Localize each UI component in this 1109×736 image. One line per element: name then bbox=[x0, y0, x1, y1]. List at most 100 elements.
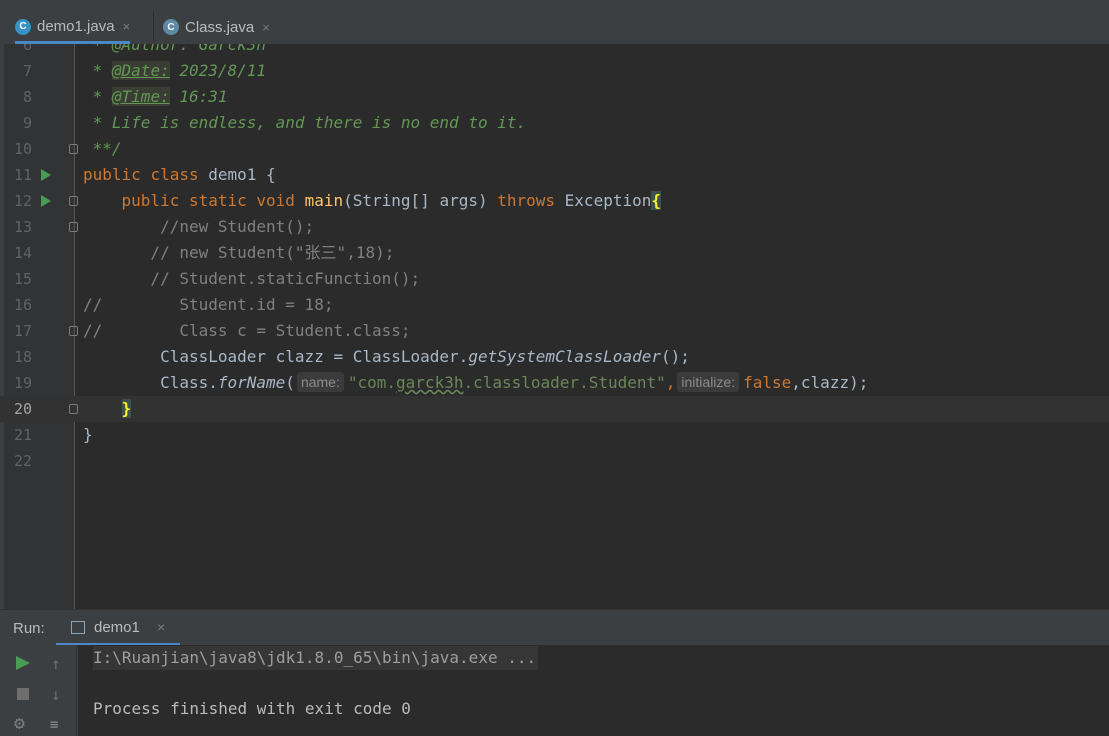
code-segment: ClassLoader clazz = ClassLoader. bbox=[83, 347, 469, 366]
code-text: public static void main(String[] args) t… bbox=[83, 188, 661, 214]
code-line: 16 // Student.id = 18; bbox=[0, 292, 1109, 318]
code-editor[interactable]: 6 * @Author: Garck3h 7 * @Date: 2023/8/1… bbox=[0, 44, 1109, 609]
keyword: public bbox=[83, 165, 141, 184]
fold-icon[interactable] bbox=[69, 404, 78, 414]
run-toolwindow-header: Run: demo1 × bbox=[0, 609, 1109, 646]
tab-demo1-java[interactable]: C demo1.java × bbox=[15, 12, 131, 44]
fold-icon[interactable] bbox=[69, 144, 78, 154]
run-tab-demo1[interactable]: demo1 × bbox=[56, 610, 180, 646]
line-number: 14 bbox=[13, 244, 32, 262]
fold-icon[interactable] bbox=[69, 196, 78, 206]
code-segment: ,clazz); bbox=[791, 373, 869, 392]
console-output-line: Process finished with exit code 0 bbox=[93, 699, 411, 718]
keyword: void bbox=[256, 191, 295, 210]
string-part: .classloader.Student" bbox=[463, 373, 666, 392]
line-number: 21 bbox=[13, 426, 32, 444]
close-tab-icon[interactable]: × bbox=[123, 19, 131, 34]
tab-class-java[interactable]: C Class.java × bbox=[163, 12, 270, 42]
code-text: **/ bbox=[83, 139, 122, 158]
line-number: 20 bbox=[13, 400, 32, 418]
close-tab-icon[interactable]: × bbox=[262, 20, 270, 35]
code-text: } bbox=[83, 425, 93, 444]
line-number: 17 bbox=[13, 322, 32, 340]
parameter-hint: name: bbox=[296, 372, 344, 392]
settings-icon[interactable]: ⚙ bbox=[14, 715, 32, 733]
code-text: * @Date: 2023/8/11 bbox=[83, 61, 267, 80]
code-text: ClassLoader clazz = ClassLoader.getSyste… bbox=[83, 344, 690, 370]
code-line-current: 20 } bbox=[0, 396, 1109, 422]
line-number: 22 bbox=[13, 452, 32, 470]
console-command-line[interactable]: I:\Ruanjian\java8\jdk1.8.0_65\bin\java.e… bbox=[93, 646, 539, 670]
line-number: 10 bbox=[13, 140, 32, 158]
code-line: 10 **/ bbox=[0, 136, 1109, 162]
code-line: 6 * @Author: Garck3h bbox=[0, 44, 1109, 58]
parameter-hint: initialize: bbox=[677, 372, 740, 392]
javadoc-value: 16:31 bbox=[179, 87, 228, 106]
code-line: 13 //new Student(); bbox=[0, 214, 1109, 240]
soft-wrap-icon[interactable]: ≡ bbox=[50, 717, 66, 733]
code-text: * @Time: 16:31 bbox=[83, 87, 228, 106]
line-number: 13 bbox=[13, 218, 32, 236]
fold-icon[interactable] bbox=[69, 222, 78, 232]
code-segment: ( bbox=[285, 373, 295, 392]
line-number: 12 bbox=[13, 192, 32, 210]
editor-tab-bar: C demo1.java × C Class.java × bbox=[0, 0, 1109, 44]
string-part: "com. bbox=[347, 373, 397, 392]
static-method: getSystemClassLoader bbox=[468, 347, 661, 366]
keyword: throws bbox=[497, 191, 556, 210]
line-number: 11 bbox=[13, 166, 32, 184]
exception-type: Exception bbox=[555, 191, 652, 210]
line-number: 6 bbox=[22, 44, 32, 54]
code-line: 9 * Life is endless, and there is no end… bbox=[0, 110, 1109, 136]
code-line: 12 public static void main(String[] args… bbox=[0, 188, 1109, 214]
run-label: Run: bbox=[13, 620, 45, 637]
code-line: 21 } bbox=[0, 422, 1109, 448]
string-typo: garck3h bbox=[396, 373, 464, 392]
run-gutter-icon[interactable] bbox=[41, 195, 51, 207]
run-gutter-icon[interactable] bbox=[41, 169, 51, 181]
code-segment: (); bbox=[660, 347, 690, 366]
arrow-down-icon[interactable]: ↓ bbox=[51, 685, 61, 704]
static-method: forName bbox=[217, 373, 286, 392]
code-text: Class.forName(name: "com.garck3h.classloa… bbox=[83, 370, 868, 396]
fold-icon[interactable] bbox=[69, 326, 78, 336]
keyword: public bbox=[121, 191, 180, 210]
code-text: } bbox=[83, 396, 132, 422]
keyword: false bbox=[743, 373, 792, 392]
line-number: 9 bbox=[22, 114, 32, 132]
code-line: 15 // Student.staticFunction(); bbox=[0, 266, 1109, 292]
code-line: 17 // Class c = Student.class; bbox=[0, 318, 1109, 344]
code-line: 7 * @Date: 2023/8/11 bbox=[0, 58, 1109, 84]
run-console[interactable]: ⚙ ↑ ↓ ≡ I:\Ruanjian\java8\jdk1.8.0_65\bi… bbox=[0, 645, 1109, 736]
code-line: 22 bbox=[0, 448, 1109, 474]
line-number: 8 bbox=[22, 88, 32, 106]
comma: , bbox=[665, 373, 676, 392]
code-text: public class demo1 { bbox=[83, 162, 276, 188]
java-class-icon: C bbox=[15, 18, 31, 35]
run-tab-label: demo1 bbox=[94, 619, 140, 636]
arrow-up-icon[interactable]: ↑ bbox=[51, 654, 61, 673]
stop-icon[interactable] bbox=[17, 688, 29, 700]
brace: } bbox=[121, 399, 132, 418]
brace: { bbox=[651, 191, 661, 210]
string-literal: "com.garck3h.classloader.Student" bbox=[348, 373, 666, 392]
tab-divider bbox=[153, 12, 154, 42]
code-text: // Class c = Student.class; bbox=[83, 321, 411, 340]
line-number: 7 bbox=[22, 62, 32, 80]
java-class-readonly-icon: C bbox=[163, 19, 179, 35]
console-icon bbox=[71, 621, 85, 634]
code-text: //new Student(); bbox=[83, 217, 315, 236]
close-run-tab-icon[interactable]: × bbox=[157, 619, 165, 635]
code-line: 18 ClassLoader clazz = ClassLoader.getSy… bbox=[0, 344, 1109, 370]
code-line: 14 // new Student("张三",18); bbox=[0, 240, 1109, 266]
line-number: 15 bbox=[13, 270, 32, 288]
rerun-icon[interactable] bbox=[16, 656, 30, 670]
class-name: demo1 { bbox=[198, 165, 276, 184]
console-toolbar: ⚙ ↑ ↓ ≡ bbox=[0, 645, 78, 736]
code-text: // Student.staticFunction(); bbox=[83, 269, 421, 288]
line-number: 19 bbox=[13, 374, 32, 392]
keyword: static bbox=[188, 191, 247, 210]
code-text: * @Author: Garck3h bbox=[83, 44, 267, 54]
code-segment: Class. bbox=[83, 373, 218, 392]
keyword: class bbox=[150, 165, 199, 184]
